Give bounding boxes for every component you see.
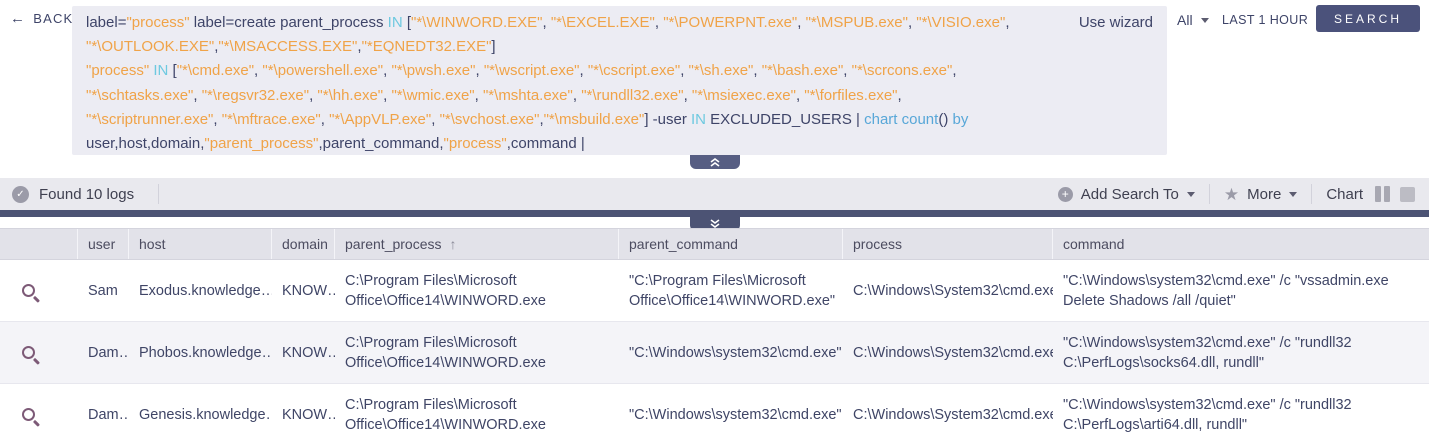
collapse-editor-tab[interactable] xyxy=(690,155,740,169)
cell-command: "C:\Windows\system32\cmd.exe" /c "vssadm… xyxy=(1063,272,1389,309)
cell-host: Phobos.knowledge… xyxy=(139,344,272,361)
cell-command: "C:\Windows\system32\cmd.exe" /c "rundll… xyxy=(1063,396,1352,433)
bar-chart-view-icon[interactable] xyxy=(1375,186,1390,202)
chevron-down-icon xyxy=(1186,191,1195,197)
row-search-cell xyxy=(0,384,78,444)
check-circle-icon: ✓ xyxy=(12,185,29,203)
column-header-label: parent_process xyxy=(345,236,442,252)
cell-parent-command: "C:\Program Files\Microsoft Office\Offic… xyxy=(629,272,836,309)
sort-ascending-icon[interactable]: ↑ xyxy=(450,236,457,252)
cell-host: Genesis.knowledge… xyxy=(139,406,272,423)
divider xyxy=(1311,184,1313,204)
divider xyxy=(158,184,160,204)
cell-parent-command: "C:\Windows\system32\cmd.exe" xyxy=(629,406,842,423)
time-range-dropdown[interactable]: LAST 1 HOUR xyxy=(1222,13,1326,27)
add-search-to-label: Add Search To xyxy=(1080,185,1179,203)
cell-user: Dam… xyxy=(88,406,129,423)
cell-process: C:\Windows\System32\cmd.exe xyxy=(853,344,1053,361)
cell-parent-command: "C:\Windows\system32\cmd.exe" xyxy=(629,344,842,361)
column-header-parent-process[interactable]: parent_process ↑ xyxy=(335,229,619,259)
divider xyxy=(1208,184,1210,204)
cell-domain: KNOW… xyxy=(282,282,335,299)
cell-parent-process: C:\Program Files\Microsoft Office\Office… xyxy=(345,334,546,371)
log-search-app: ← BACK label="process" label=create pare… xyxy=(0,0,1429,444)
cell-parent-process: C:\Program Files\Microsoft Office\Office… xyxy=(345,272,546,309)
table-row: Dam… Phobos.knowledge… KNOW… C:\Program Fil… xyxy=(0,322,1429,384)
more-label: More xyxy=(1247,185,1282,203)
search-button[interactable]: SEARCH xyxy=(1316,5,1420,32)
column-header-user[interactable]: user xyxy=(78,229,129,259)
column-header-host[interactable]: host xyxy=(129,229,272,259)
column-header-parent-command[interactable]: parent_command xyxy=(619,229,843,259)
column-header-domain[interactable]: domain xyxy=(272,229,335,259)
chart-label: Chart xyxy=(1326,185,1363,203)
cell-user: Sam xyxy=(88,282,118,299)
double-chevron-up-icon xyxy=(710,158,720,167)
star-icon: ★ xyxy=(1223,184,1240,204)
cell-command: "C:\Windows\system32\cmd.exe" /c "rundll… xyxy=(1063,334,1352,371)
cell-process: C:\Windows\System32\cmd.exe xyxy=(853,282,1053,299)
add-search-to-button[interactable]: + Add Search To xyxy=(1057,185,1195,203)
cell-user: Dam… xyxy=(88,344,129,361)
chevron-down-icon xyxy=(1200,17,1209,23)
grid-view-icon[interactable] xyxy=(1400,186,1415,202)
result-count-text: Found 10 logs xyxy=(39,185,135,203)
magnifier-icon[interactable] xyxy=(22,346,35,359)
plus-circle-icon: + xyxy=(1057,186,1073,202)
use-wizard-link[interactable]: Use wizard xyxy=(1079,14,1153,31)
back-arrow-icon: ← xyxy=(10,10,27,27)
row-search-cell xyxy=(0,260,78,321)
cell-host: Exodus.knowledge… xyxy=(139,282,272,299)
column-header-command[interactable]: command xyxy=(1053,229,1429,259)
query-text[interactable]: label="process" label=create parent_proc… xyxy=(86,11,1076,156)
cell-parent-process: C:\Program Files\Microsoft Office\Office… xyxy=(345,396,546,433)
status-bar: ✓ Found 10 logs + Add Search To ★ More C… xyxy=(0,178,1429,210)
chevron-down-icon xyxy=(1289,191,1298,197)
cell-domain: KNOW… xyxy=(282,344,335,361)
scope-selected-value: All xyxy=(1177,12,1193,28)
table-header: user host domain parent_process ↑ parent… xyxy=(0,228,1429,260)
cell-process: C:\Windows\System32\cmd.exe xyxy=(853,406,1053,423)
time-range-value: LAST 1 HOUR xyxy=(1222,13,1309,27)
column-header-search xyxy=(0,229,78,259)
table-row: Sam Exodus.knowledge… KNOW… C:\Program File… xyxy=(0,260,1429,322)
magnifier-icon[interactable] xyxy=(22,408,35,421)
query-editor[interactable]: label="process" label=create parent_proc… xyxy=(72,6,1167,155)
more-button[interactable]: ★ More xyxy=(1223,184,1298,204)
scope-dropdown[interactable]: All xyxy=(1177,12,1209,28)
table-body: Sam Exodus.knowledge… KNOW… C:\Program File… xyxy=(0,260,1429,444)
magnifier-icon[interactable] xyxy=(22,284,35,297)
row-search-cell xyxy=(0,322,78,383)
separator-bar xyxy=(0,210,1429,217)
back-button[interactable]: ← BACK xyxy=(10,11,73,26)
column-header-process[interactable]: process xyxy=(843,229,1053,259)
cell-domain: KNOW… xyxy=(282,406,335,423)
back-label: BACK xyxy=(33,11,74,26)
table-row: Dam… Genesis.knowledge… KNOW… C:\Program Fi… xyxy=(0,384,1429,444)
